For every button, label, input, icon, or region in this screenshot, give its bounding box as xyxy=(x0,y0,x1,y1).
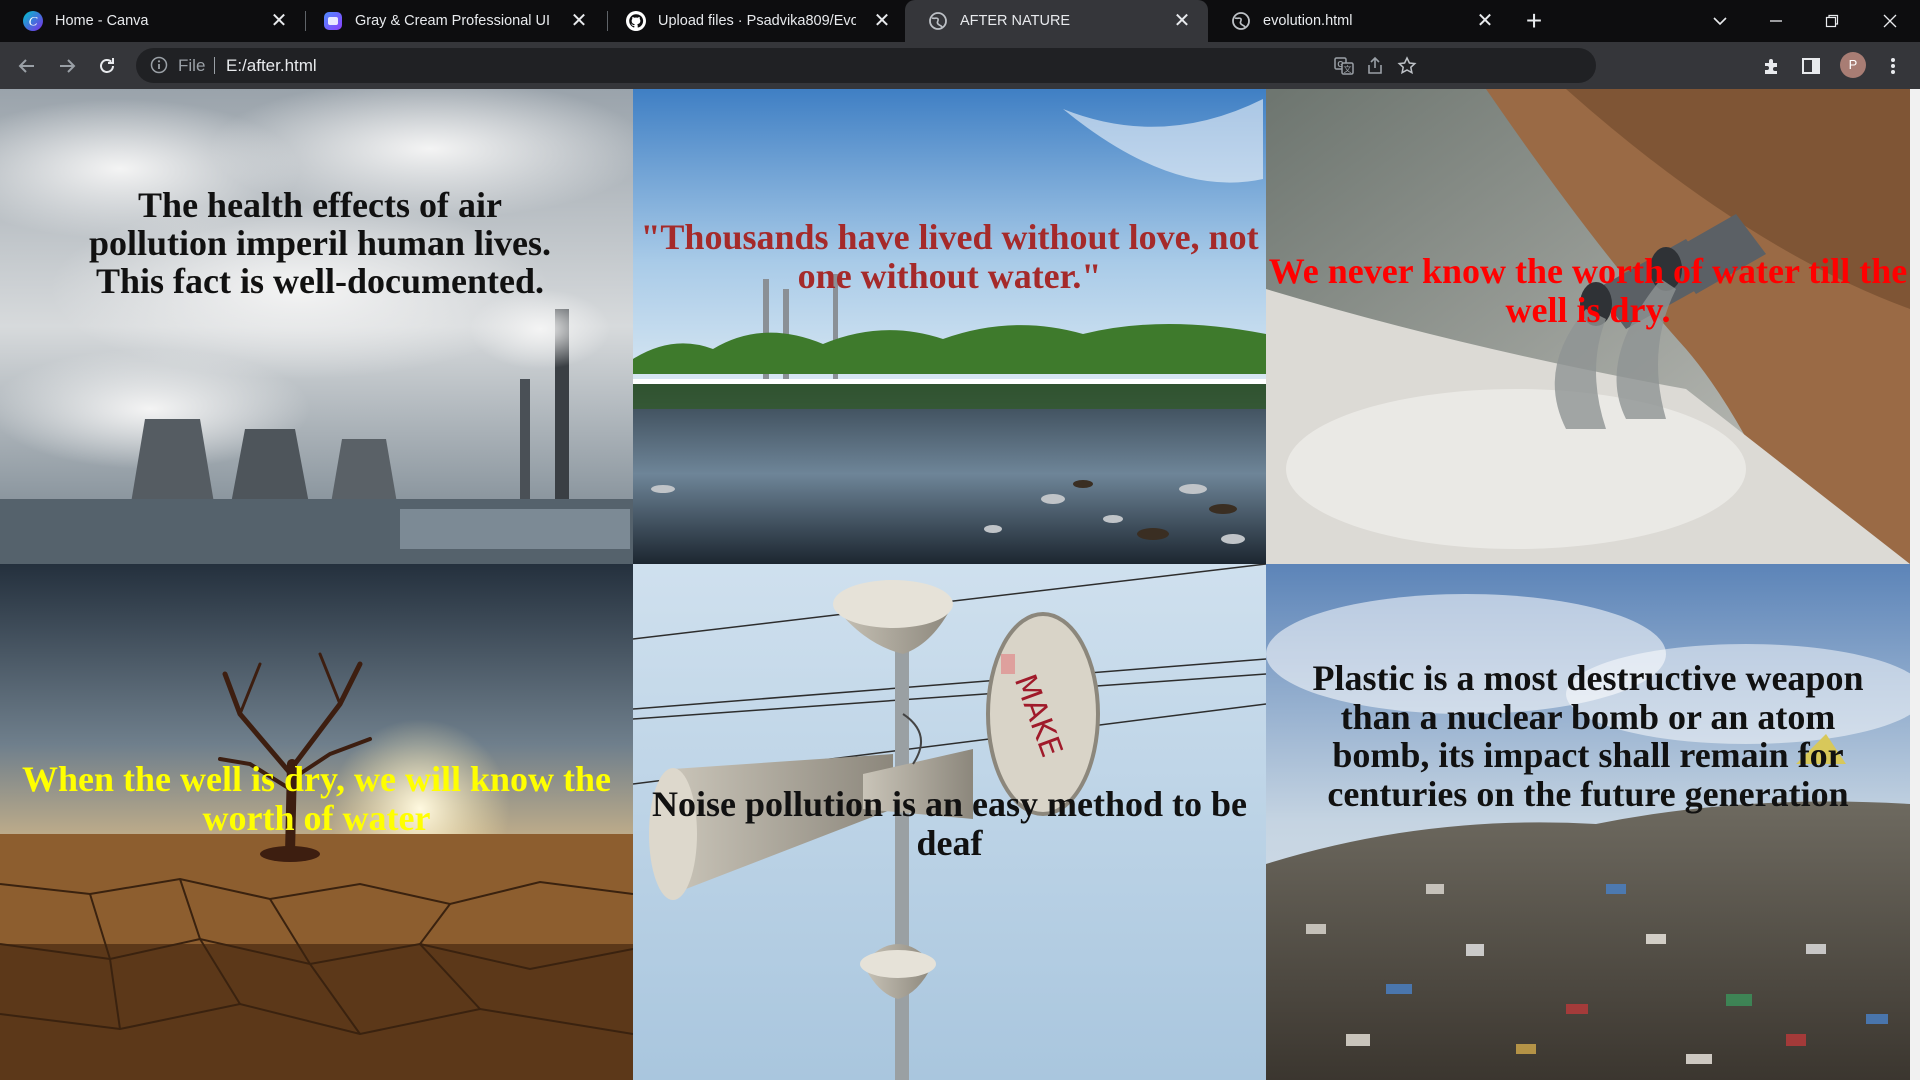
panel-sewage: We never know the worth of water till th… xyxy=(1266,89,1910,564)
close-tab-icon[interactable]: ✕ xyxy=(567,9,591,33)
globe-icon xyxy=(929,12,947,30)
globe-icon xyxy=(1232,12,1250,30)
tab-title: Upload files · Psadvika809/Evolut xyxy=(658,13,856,29)
tab-search-chevron-icon[interactable] xyxy=(1692,0,1748,42)
url-text[interactable]: E:/after.html xyxy=(226,48,317,83)
tab-home-canva[interactable]: C Home - Canva ✕ xyxy=(0,0,305,42)
close-tab-icon[interactable]: ✕ xyxy=(1170,9,1194,33)
svg-text:C: C xyxy=(29,14,38,29)
profile-avatar[interactable]: P xyxy=(1840,52,1866,78)
close-window-button[interactable] xyxy=(1862,0,1918,42)
polluted-lake-image xyxy=(633,89,1266,564)
tab-title: AFTER NATURE xyxy=(960,13,1071,29)
landfill-image xyxy=(1266,564,1910,1080)
translate-icon[interactable]: G文 xyxy=(1331,53,1357,79)
panel-noise: MAKE Noise pollution is an easy method t… xyxy=(633,564,1266,1080)
close-tab-icon[interactable]: ✕ xyxy=(267,9,291,33)
canva-doc-icon xyxy=(324,12,342,30)
tab-strip: C Home - Canva ✕ Gray & Cream Profession… xyxy=(0,0,1920,42)
back-arrow-icon xyxy=(18,59,34,73)
address-bar[interactable]: File E:/after.html G文 xyxy=(136,48,1596,83)
tab-upload-files[interactable]: Upload files · Psadvika809/Evolut ✕ xyxy=(603,0,908,42)
browser-toolbar: File E:/after.html G文 P xyxy=(0,42,1920,89)
panel-water-pollution: "Thousands have lived without love, not … xyxy=(633,89,1266,564)
close-tab-icon[interactable]: ✕ xyxy=(870,9,894,33)
minimize-button[interactable] xyxy=(1748,0,1804,42)
tab-after-nature[interactable]: AFTER NATURE ✕ xyxy=(905,0,1208,42)
forward-button[interactable] xyxy=(51,50,83,82)
restore-button[interactable] xyxy=(1804,0,1860,42)
forward-arrow-icon xyxy=(60,59,76,73)
tab-title: evolution.html xyxy=(1263,13,1353,29)
page-content: The health effects of air pollution impe… xyxy=(0,89,1920,1080)
tab-title: Home - Canva xyxy=(55,13,149,29)
quote-plastic: Plastic is a most destructive weapon tha… xyxy=(1312,658,1864,814)
quote-air-pollution: The health effects of air pollution impe… xyxy=(88,185,552,301)
quote-dry-well: When the well is dry, we will know the w… xyxy=(21,759,612,838)
menu-kebab-icon[interactable] xyxy=(1880,53,1906,79)
quote-noise: Noise pollution is an easy method to be … xyxy=(651,784,1248,863)
share-icon[interactable] xyxy=(1362,53,1388,79)
side-panel-icon[interactable] xyxy=(1798,53,1824,79)
reload-icon xyxy=(100,58,114,73)
tab-evolution[interactable]: evolution.html ✕ xyxy=(1208,0,1511,42)
reload-button[interactable] xyxy=(91,50,123,82)
quote-water: "Thousands have lived without love, not … xyxy=(640,217,1259,296)
close-tab-icon[interactable]: ✕ xyxy=(1473,9,1497,33)
tab-gray-cream[interactable]: Gray & Cream Professional UI UX ✕ xyxy=(300,0,605,42)
omnibox-divider xyxy=(214,57,215,74)
info-icon[interactable] xyxy=(150,56,168,74)
quote-well: We never know the worth of water till th… xyxy=(1268,251,1908,330)
back-button[interactable] xyxy=(11,50,43,82)
air-pollution-image xyxy=(0,89,633,564)
svg-text:文: 文 xyxy=(1344,64,1352,74)
tab-title: Gray & Cream Professional UI UX xyxy=(355,13,553,29)
github-icon xyxy=(626,11,646,31)
canva-icon: C xyxy=(23,11,43,31)
extensions-icon[interactable] xyxy=(1759,53,1785,79)
panel-drought: When the well is dry, we will know the w… xyxy=(0,564,633,1080)
scheme-label: File xyxy=(178,56,206,75)
new-tab-button[interactable]: + xyxy=(1518,5,1550,37)
bookmark-star-icon[interactable] xyxy=(1394,53,1420,79)
page-scrollbar[interactable] xyxy=(1910,89,1920,1080)
panel-plastic: Plastic is a most destructive weapon tha… xyxy=(1266,564,1910,1080)
panel-air-pollution: The health effects of air pollution impe… xyxy=(0,89,633,564)
